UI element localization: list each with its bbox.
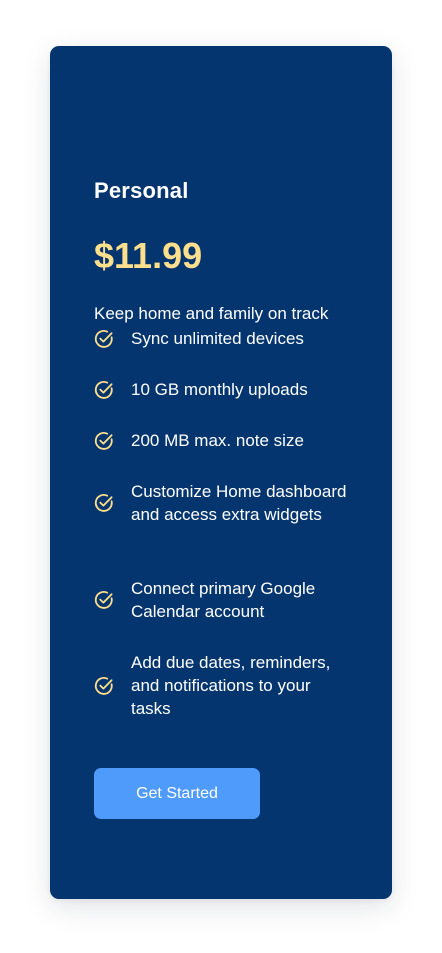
feature-item: Connect primary Google Calendar account (94, 577, 348, 623)
pricing-card: Personal $11.99 Keep home and family on … (50, 46, 392, 899)
feature-text: 200 MB max. note size (131, 431, 304, 450)
feature-item: 10 GB monthly uploads (94, 378, 348, 401)
plan-description: Keep home and family on track (94, 304, 329, 323)
feature-text: 10 GB monthly uploads (131, 380, 308, 399)
feature-item: Customize Home dashboard and access extr… (94, 480, 348, 526)
check-circle-icon (94, 329, 113, 348)
feature-text: Customize Home dashboard and access extr… (131, 482, 347, 524)
check-circle-icon (94, 380, 113, 399)
check-circle-icon (94, 494, 113, 512)
feature-item: Add due dates, reminders, and notificati… (94, 651, 348, 720)
get-started-button[interactable]: Get Started (94, 768, 260, 819)
feature-text: Add due dates, reminders, and notificati… (131, 653, 331, 718)
check-circle-icon (94, 431, 113, 450)
plan-name: Personal (94, 178, 189, 203)
feature-item: 200 MB max. note size (94, 429, 348, 452)
plan-price: $11.99 (94, 235, 203, 276)
check-circle-icon (94, 591, 113, 609)
feature-text: Connect primary Google Calendar account (131, 579, 316, 621)
check-circle-icon (94, 676, 113, 695)
feature-text: Sync unlimited devices (131, 329, 304, 348)
feature-item: Sync unlimited devices (94, 327, 348, 350)
